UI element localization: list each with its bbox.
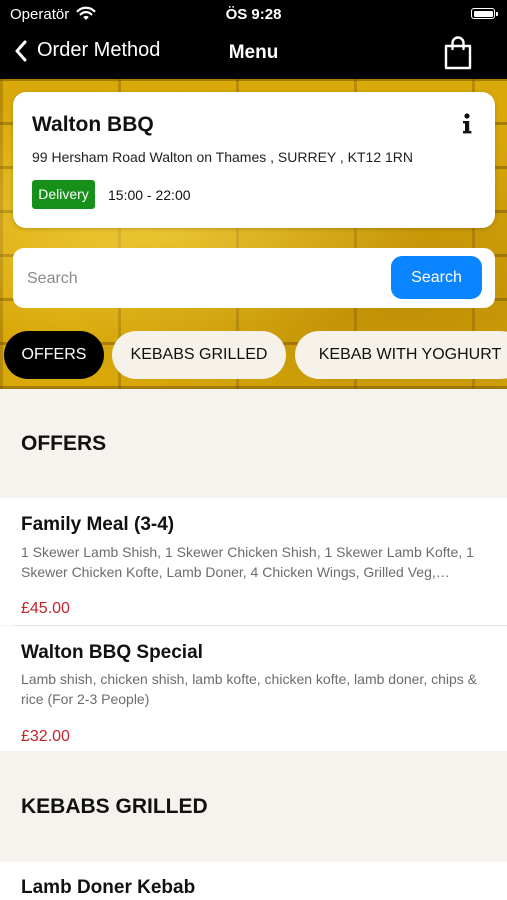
item-price: £32.00 bbox=[21, 728, 70, 745]
tab-offers[interactable]: OFFERS bbox=[4, 331, 104, 379]
restaurant-info-card: Walton BBQ 99 Hersham Road Walton on Tha… bbox=[13, 92, 495, 228]
item-price: £45.00 bbox=[21, 600, 70, 617]
item-name: Family Meal (3-4) bbox=[21, 514, 175, 535]
clock: ÖS 9:28 bbox=[225, 6, 282, 23]
section-header-kebabs-grilled: KEBABS GRILLED bbox=[0, 751, 507, 862]
info-icon[interactable] bbox=[457, 112, 477, 136]
item-name: Walton BBQ Special bbox=[21, 642, 203, 663]
item-description: Lamb shish, chicken shish, lamb kofte, c… bbox=[21, 671, 478, 707]
back-button[interactable]: Order Method bbox=[14, 39, 160, 62]
search-bar: Search bbox=[13, 248, 495, 308]
tab-kebabs-grilled[interactable]: KEBABS GRILLED bbox=[112, 331, 286, 379]
menu-item-family-meal[interactable]: Family Meal (3-4) 1 Skewer Lamb Shish, 1… bbox=[0, 498, 507, 625]
chevron-left-icon bbox=[15, 40, 27, 61]
back-label: Order Method bbox=[37, 39, 161, 61]
menu-item-walton-bbq-special[interactable]: Walton BBQ Special Lamb shish, chicken s… bbox=[0, 626, 507, 751]
section-title: KEBABS GRILLED bbox=[21, 795, 208, 818]
restaurant-name: Walton BBQ bbox=[32, 113, 154, 136]
opening-hours: 15:00 - 22:00 bbox=[108, 187, 191, 203]
status-bar: Operatör ÖS 9:28 bbox=[0, 0, 507, 30]
search-button[interactable]: Search bbox=[391, 256, 482, 299]
navigation-bar: Order Method Menu bbox=[0, 30, 507, 79]
item-name: Lamb Doner Kebab bbox=[21, 877, 196, 898]
search-input[interactable] bbox=[25, 262, 389, 296]
section-title: OFFERS bbox=[21, 432, 107, 455]
shopping-bag-icon[interactable] bbox=[443, 35, 473, 71]
restaurant-address: 99 Hersham Road Walton on Thames , SURRE… bbox=[32, 149, 414, 165]
menu-item-lamb-doner-kebab[interactable]: Lamb Doner Kebab bbox=[0, 862, 507, 900]
section-header-offers: OFFERS bbox=[0, 389, 507, 498]
item-description: 1 Skewer Lamb Shish, 1 Skewer Chicken Sh… bbox=[21, 544, 474, 580]
tab-kebab-with-yoghurt[interactable]: KEBAB WITH YOGHURT bbox=[295, 331, 507, 379]
battery-icon bbox=[471, 8, 498, 19]
category-tabs: OFFERS KEBABS GRILLED KEBAB WITH YOGHURT bbox=[0, 331, 507, 381]
delivery-badge[interactable]: Delivery bbox=[32, 180, 95, 209]
